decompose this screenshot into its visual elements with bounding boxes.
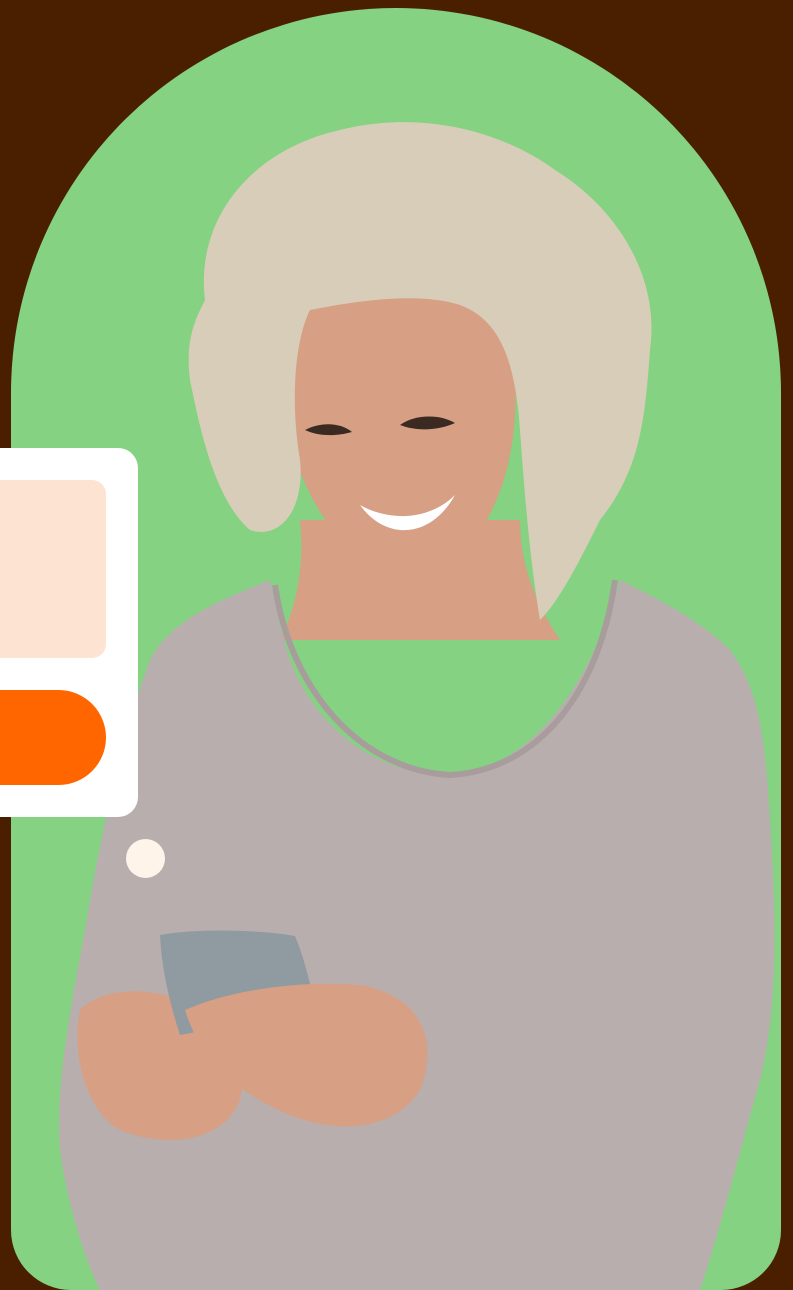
sleeve-cuff [505,1064,650,1189]
decorative-dot [126,839,165,878]
message-bubble: ted [0,480,106,658]
primary-action-button[interactable] [0,690,106,785]
page-background: ted [0,0,793,1290]
message-text: ted [0,508,39,537]
message-card: ted [0,448,138,817]
